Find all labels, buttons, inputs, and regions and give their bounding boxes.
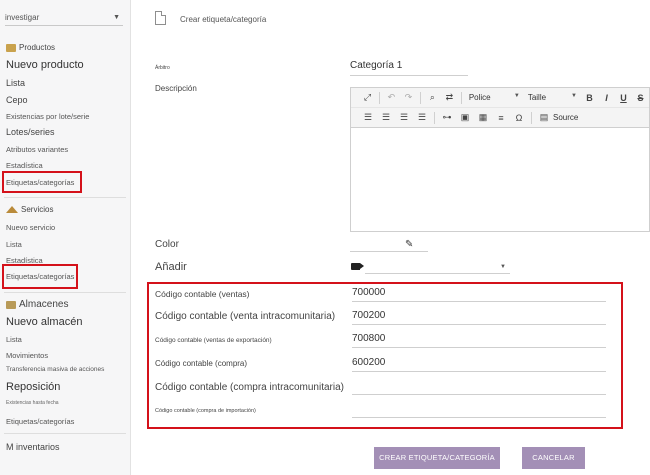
sidebar-item-new-warehouse[interactable]: Nuevo almacén — [6, 316, 82, 328]
sidebar-divider — [4, 197, 126, 198]
acct-label-compra-intra: Código contable (compra intracomunitaria… — [155, 382, 344, 393]
acct-label-compra: Código contable (compra) — [155, 359, 248, 368]
chevron-down-icon: ▼ — [500, 264, 506, 270]
sidebar-header-productos[interactable]: Productos — [6, 43, 55, 52]
cancel-button[interactable]: CANCELAR — [522, 447, 585, 469]
acct-input-ventas[interactable]: 700000 — [352, 287, 606, 302]
italic-button[interactable]: I — [598, 93, 615, 103]
sidebar-item-existencias-lote[interactable]: Existencias por lote/serie — [6, 112, 89, 121]
bold-button[interactable]: B — [581, 93, 598, 103]
arbitro-label: Árbitro — [155, 65, 170, 71]
font-family-select[interactable]: Police ▼ — [465, 93, 524, 102]
sidebar-item-cepo[interactable]: Cepo — [6, 95, 28, 105]
underline-button[interactable]: U — [615, 93, 632, 103]
color-input[interactable] — [350, 238, 428, 252]
horizontal-rule-icon[interactable]: ≡ — [492, 113, 510, 123]
image-icon[interactable]: ▣ — [456, 112, 474, 123]
chevron-down-icon: ▼ — [513, 93, 520, 99]
link-icon[interactable]: ⊶ — [438, 112, 456, 123]
arbitro-input[interactable]: Categoría 1 — [350, 60, 468, 76]
acct-input-venta-intra[interactable]: 700200 — [352, 310, 606, 325]
sidebar-item-atributos-variantes[interactable]: Atributos variantes — [6, 145, 68, 154]
source-button[interactable]: Source — [553, 113, 578, 122]
sidebar-item-almacenes-lista[interactable]: Lista — [6, 335, 22, 344]
sidebar-item-new-service[interactable]: Nuevo servicio — [6, 223, 55, 232]
sidebar-item-lotes-series[interactable]: Lotes/series — [6, 127, 55, 137]
sidebar-divider — [4, 292, 126, 293]
sidebar-header-almacenes[interactable]: Almacenes — [6, 299, 68, 310]
document-icon — [155, 11, 166, 25]
acct-input-compra-intra[interactable] — [352, 380, 606, 395]
sidebar-item-inventarios[interactable]: M inventarios — [6, 442, 60, 452]
sidebar-item-transferencia[interactable]: Transferencia masiva de acciones — [6, 366, 104, 373]
sidebar-header-servicios[interactable]: Servicios — [6, 205, 53, 214]
sidebar-header-reposicion[interactable]: Reposición — [6, 381, 60, 393]
acct-label-ventas: Código contable (ventas) — [155, 289, 250, 299]
align-left-icon[interactable]: ☰ — [359, 112, 377, 123]
sidebar-item-productos-lista[interactable]: Lista — [6, 78, 25, 88]
descripcion-label: Descripción — [155, 84, 197, 93]
align-center-icon[interactable]: ☰ — [377, 112, 395, 123]
acct-input-compra[interactable]: 600200 — [352, 357, 606, 372]
acct-label-venta-intra: Código contable (venta intracomunitaria) — [155, 311, 336, 322]
acct-input-compra-import[interactable] — [352, 403, 606, 418]
editor-toolbar-row-2: ☰ ☰ ☰ ☰ ⊶ ▣ ▦ ≡ Ω ▤ Source — [351, 108, 649, 128]
highlight-servicios-etiquetas — [2, 264, 78, 289]
acct-label-ventas-export: Código contable (ventas de exportación) — [155, 337, 272, 344]
align-right-icon[interactable]: ☰ — [395, 112, 413, 123]
acct-input-ventas-export[interactable]: 700800 — [352, 333, 606, 348]
service-icon — [6, 206, 18, 213]
color-label: Color — [155, 239, 179, 250]
font-size-select[interactable]: Taille ▼ — [524, 93, 581, 102]
chevron-down-icon: ▼ — [113, 14, 120, 21]
search-select[interactable]: investigar ▼ — [5, 10, 123, 26]
chevron-down-icon: ▼ — [571, 93, 577, 99]
tag-icon — [351, 263, 364, 270]
replace-icon[interactable]: ⇄ — [441, 92, 458, 103]
create-category-button[interactable]: CREAR ETIQUETA/CATEGORÍA — [374, 447, 500, 469]
sidebar-divider — [4, 433, 126, 434]
sidebar-item-movimientos[interactable]: Movimientos — [6, 351, 48, 360]
sidebar-item-reposicion-etiquetas[interactable]: Etiquetas/categorías — [6, 417, 74, 426]
sidebar-item-new-product[interactable]: Nuevo producto — [6, 59, 84, 71]
left-sidebar: investigar ▼ Productos Nuevo producto Li… — [0, 0, 131, 475]
warehouse-icon — [6, 300, 16, 309]
special-char-icon[interactable]: Ω — [510, 113, 528, 123]
table-icon[interactable]: ▦ — [474, 112, 492, 123]
anadir-label: Añadir — [155, 261, 187, 273]
anadir-select[interactable] — [365, 260, 510, 274]
sidebar-item-existencias-fecha[interactable]: Existencias hasta fecha — [6, 400, 59, 406]
editor-toolbar-row-1: ⤢ ↶ ↷ ⌕ ⇄ Police ▼ Taille ▼ B I U S — [351, 88, 649, 108]
maximize-icon[interactable]: ⤢ — [359, 92, 376, 103]
strike-button[interactable]: S — [632, 93, 649, 103]
description-editor[interactable]: ⤢ ↶ ↷ ⌕ ⇄ Police ▼ Taille ▼ B I U S ☰ ☰ ☰ … — [350, 87, 650, 232]
undo-icon[interactable]: ↶ — [383, 92, 400, 103]
box-icon — [6, 43, 16, 52]
redo-icon[interactable]: ↷ — [400, 92, 417, 103]
source-icon[interactable]: ▤ — [535, 112, 553, 123]
color-picker-icon[interactable]: ✎ — [405, 239, 413, 250]
sidebar-item-servicios-lista[interactable]: Lista — [6, 240, 22, 249]
justify-icon[interactable]: ☰ — [413, 112, 431, 123]
sidebar-item-productos-estadistica[interactable]: Estadística — [6, 161, 43, 170]
find-icon[interactable]: ⌕ — [424, 92, 441, 103]
acct-label-compra-import: Código contable (compra de importación) — [155, 408, 256, 414]
highlight-productos-etiquetas — [2, 171, 82, 193]
page-title: Crear etiqueta/categoría — [180, 15, 267, 24]
